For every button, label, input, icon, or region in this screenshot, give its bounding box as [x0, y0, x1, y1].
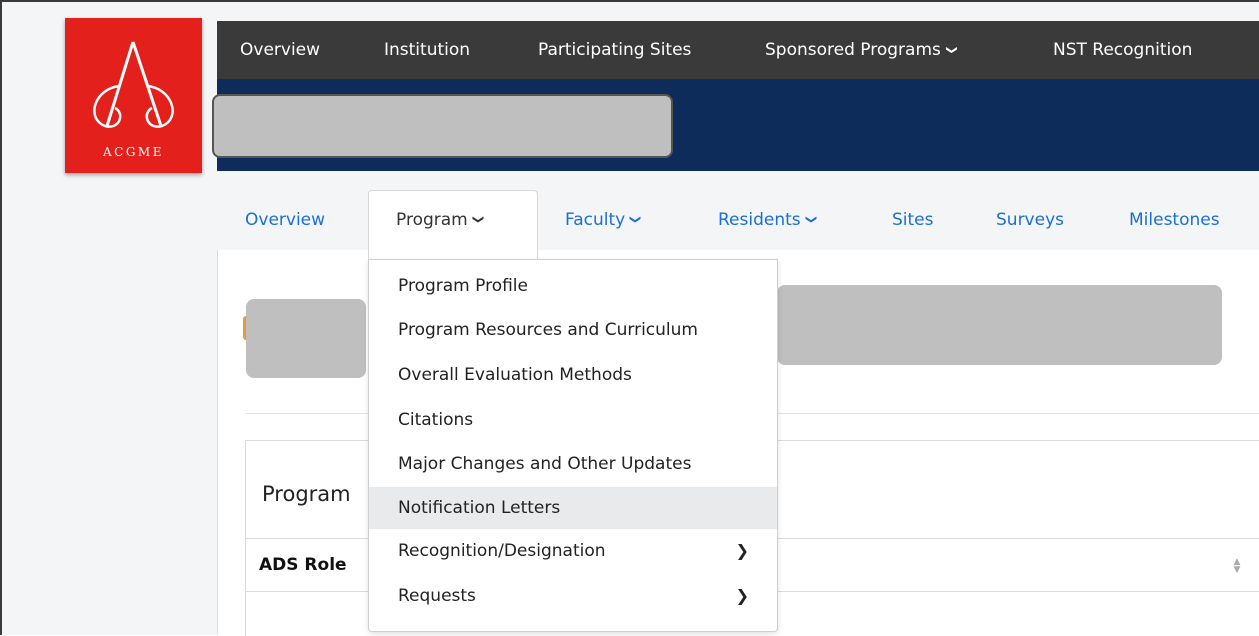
screenshot-frame	[0, 0, 1259, 635]
